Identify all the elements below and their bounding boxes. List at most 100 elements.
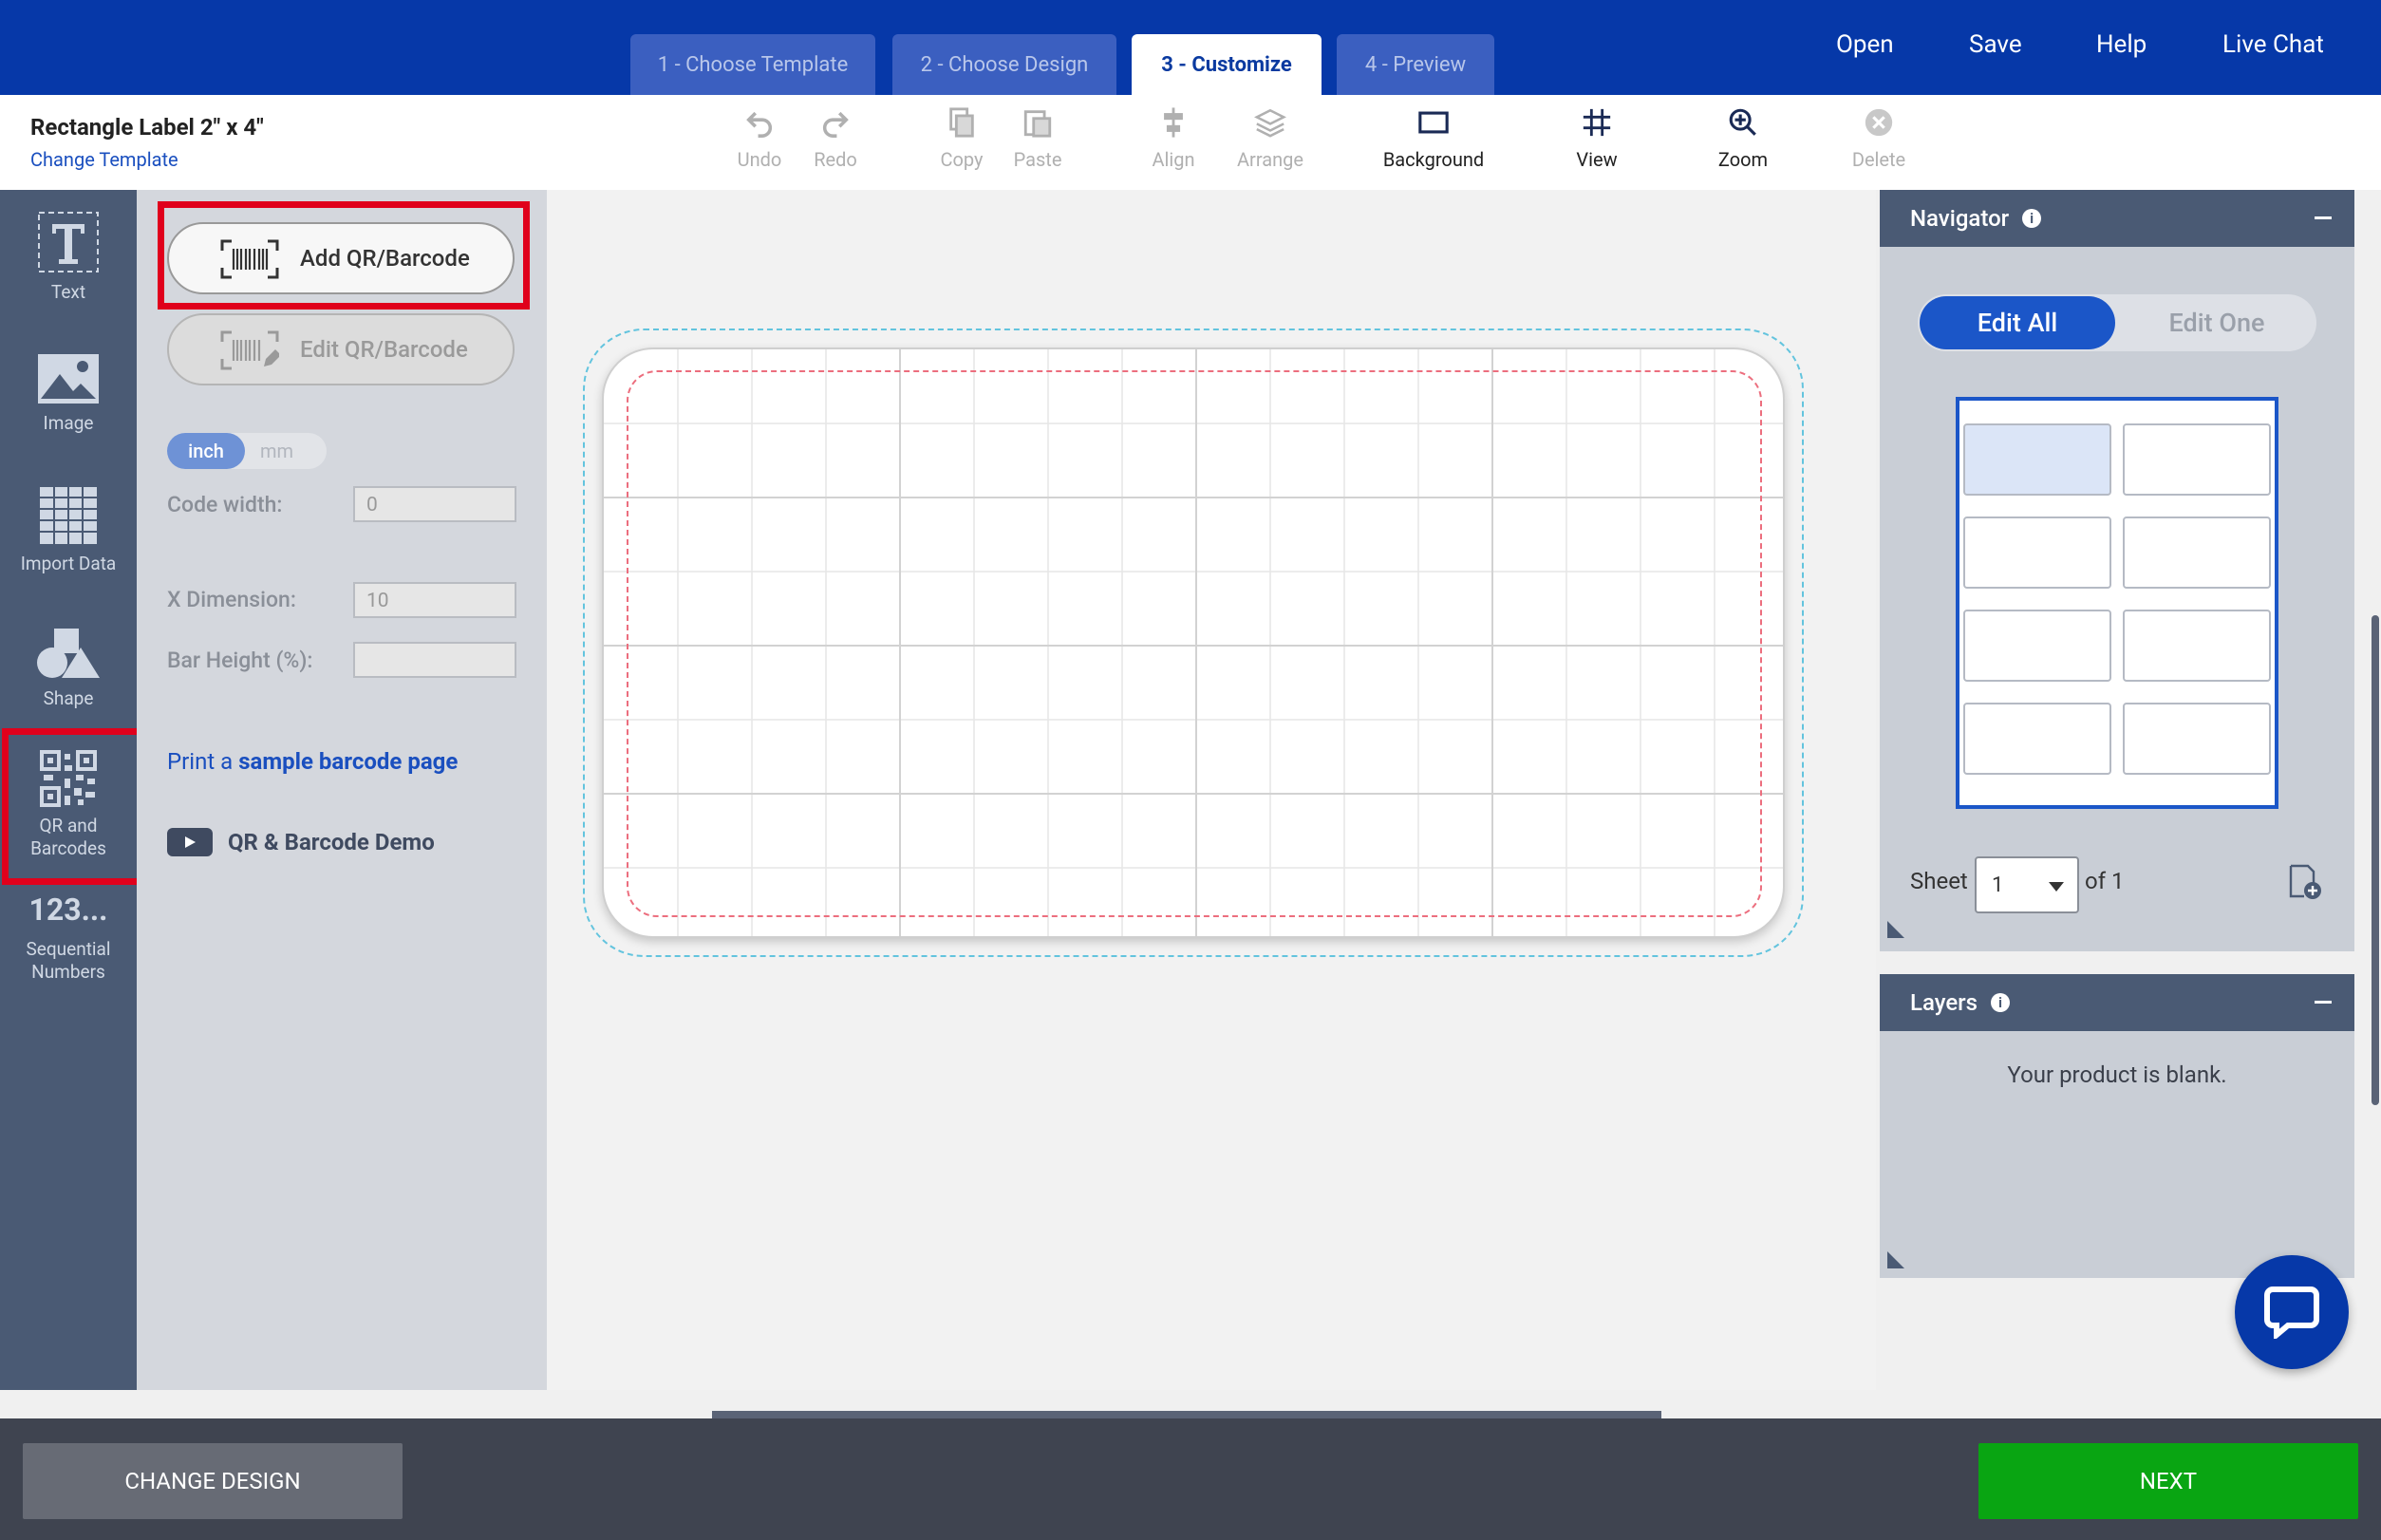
- unit-inch-option[interactable]: inch: [167, 433, 245, 469]
- navigator-panel: Navigator i Edit All Edit One Sheet 1 of…: [1880, 190, 2354, 951]
- sheet-label: Sheet: [1910, 868, 1968, 894]
- edit-all-option[interactable]: Edit All: [1920, 296, 2115, 349]
- layers-header: Layers i: [1880, 974, 2354, 1031]
- live-chat-bubble[interactable]: [2235, 1255, 2349, 1369]
- label-thumb-1[interactable]: [1963, 423, 2111, 496]
- text-tool-icon: [38, 212, 99, 272]
- step-tab-customize[interactable]: 3 - Customize: [1132, 34, 1322, 95]
- top-bar: 1 - Choose Template 2 - Choose Design 3 …: [0, 0, 2381, 95]
- align-icon: [1164, 107, 1183, 138]
- collapse-layers-icon[interactable]: [2315, 1001, 2332, 1004]
- open-link[interactable]: Open: [1836, 30, 1894, 59]
- spreadsheet-icon: [40, 487, 97, 544]
- paste-button[interactable]: Paste: [990, 106, 1085, 171]
- rail-item-text[interactable]: Text: [0, 211, 137, 304]
- background-rectangle-icon: [1418, 111, 1449, 134]
- sequential-numbers-icon: 123...: [28, 892, 108, 928]
- code-width-input[interactable]: 0: [353, 486, 516, 522]
- edit-qr-barcode-label: Edit QR/Barcode: [300, 336, 468, 363]
- live-chat-link[interactable]: Live Chat: [2222, 30, 2324, 59]
- edit-qr-barcode-button[interactable]: Edit QR/Barcode: [167, 313, 515, 385]
- label-thumb-6[interactable]: [2123, 610, 2271, 682]
- delete-button[interactable]: Delete: [1831, 106, 1926, 171]
- barcode-demo-row[interactable]: QR & Barcode Demo: [167, 828, 435, 856]
- zoom-button[interactable]: Zoom: [1696, 106, 1790, 171]
- sheet-select[interactable]: 1: [1975, 856, 2079, 913]
- help-link[interactable]: Help: [2096, 30, 2147, 59]
- canvas-horizontal-scrollbar[interactable]: [712, 1411, 1661, 1418]
- caret-down-icon: [2049, 882, 2064, 892]
- background-button[interactable]: Background: [1382, 106, 1485, 171]
- navigator-title: Navigator: [1910, 205, 2010, 232]
- x-dimension-input[interactable]: 10: [353, 582, 516, 618]
- save-link[interactable]: Save: [1969, 30, 2022, 59]
- sample-barcode-page-link[interactable]: sample barcode page: [238, 748, 458, 775]
- rail-label-image: Image: [43, 412, 94, 434]
- step-tab-choose-design[interactable]: 2 - Choose Design: [892, 34, 1116, 95]
- code-width-label: Code width:: [167, 492, 283, 517]
- layers-empty-message: Your product is blank.: [2007, 1061, 2227, 1088]
- edit-one-option[interactable]: Edit One: [2119, 296, 2315, 349]
- delete-icon: [1865, 108, 1893, 137]
- align-button[interactable]: Align: [1126, 106, 1221, 171]
- rail-label-shape: Shape: [43, 687, 94, 709]
- change-design-button[interactable]: CHANGE DESIGN: [23, 1443, 403, 1519]
- redo-icon: [822, 111, 849, 138]
- view-button[interactable]: View: [1549, 106, 1644, 171]
- label-thumb-5[interactable]: [1963, 610, 2111, 682]
- layers-info-icon[interactable]: i: [1991, 993, 2011, 1012]
- product-title: Rectangle Label 2" x 4": [30, 114, 264, 141]
- bottom-bar: CHANGE DESIGN NEXT: [0, 1418, 2381, 1540]
- rail-item-image[interactable]: Image: [0, 353, 137, 435]
- add-page-icon[interactable]: [2288, 864, 2322, 900]
- edit-mode-toggle[interactable]: Edit All Edit One: [1918, 294, 2316, 351]
- label-thumb-7[interactable]: [1963, 703, 2111, 775]
- highlight-add-qr-barcode: [158, 201, 530, 310]
- rail-item-shape[interactable]: Shape: [0, 627, 137, 710]
- sheet-thumbnail[interactable]: [1956, 397, 2278, 809]
- safe-zone-outline: [627, 370, 1762, 917]
- label-thumb-3[interactable]: [1963, 516, 2111, 589]
- arrange-label: Arrange: [1237, 148, 1303, 171]
- bar-height-label: Bar Height (%):: [167, 648, 313, 673]
- label-thumb-2[interactable]: [2123, 423, 2271, 496]
- layers-panel: Layers i Your product is blank.: [1880, 974, 2354, 1278]
- rail-item-sequential-numbers[interactable]: 123... Sequential Numbers: [0, 892, 137, 984]
- rail-label-text: Text: [50, 281, 86, 303]
- undo-label: Undo: [737, 148, 782, 171]
- grid-icon: [1583, 108, 1611, 137]
- copy-icon: [949, 107, 974, 138]
- bar-height-input[interactable]: [353, 642, 516, 678]
- layers-resize-corner-icon[interactable]: [1887, 1251, 1904, 1268]
- redo-button[interactable]: Redo: [788, 106, 883, 171]
- label-thumb-8[interactable]: [2123, 703, 2271, 775]
- arrange-button[interactable]: Arrange: [1223, 106, 1318, 171]
- step-tab-choose-template[interactable]: 1 - Choose Template: [630, 34, 875, 95]
- collapse-navigator-icon[interactable]: [2315, 216, 2332, 219]
- shapes-icon: [37, 629, 100, 678]
- barcode-edit-icon: [220, 330, 279, 370]
- barcode-demo-label: QR & Barcode Demo: [228, 829, 435, 855]
- step-tab-preview[interactable]: 4 - Preview: [1337, 34, 1494, 95]
- background-label: Background: [1382, 148, 1485, 171]
- page-vertical-scrollbar[interactable]: [2372, 615, 2379, 1105]
- next-button[interactable]: NEXT: [1978, 1443, 2358, 1519]
- unit-toggle[interactable]: inch mm: [167, 433, 327, 469]
- sheet-select-value: 1: [1992, 873, 2004, 897]
- layers-stack-icon: [1254, 108, 1286, 138]
- image-icon: [38, 354, 99, 404]
- align-label: Align: [1152, 148, 1195, 171]
- copy-label: Copy: [940, 148, 984, 171]
- rail-label-seq-line1: Sequential: [26, 938, 111, 960]
- info-icon[interactable]: i: [2022, 209, 2042, 228]
- print-prefix-text: Print a: [167, 748, 234, 775]
- label-thumb-4[interactable]: [2123, 516, 2271, 589]
- unit-mm-option[interactable]: mm: [260, 433, 293, 469]
- change-template-link[interactable]: Change Template: [30, 148, 178, 171]
- rail-item-import-data[interactable]: Import Data: [0, 486, 137, 575]
- paste-icon: [1023, 110, 1052, 138]
- print-sample-row: Print a sample barcode page: [167, 748, 458, 775]
- resize-corner-icon[interactable]: [1887, 921, 1904, 938]
- chat-icon: [2264, 1286, 2319, 1339]
- view-label: View: [1576, 148, 1618, 171]
